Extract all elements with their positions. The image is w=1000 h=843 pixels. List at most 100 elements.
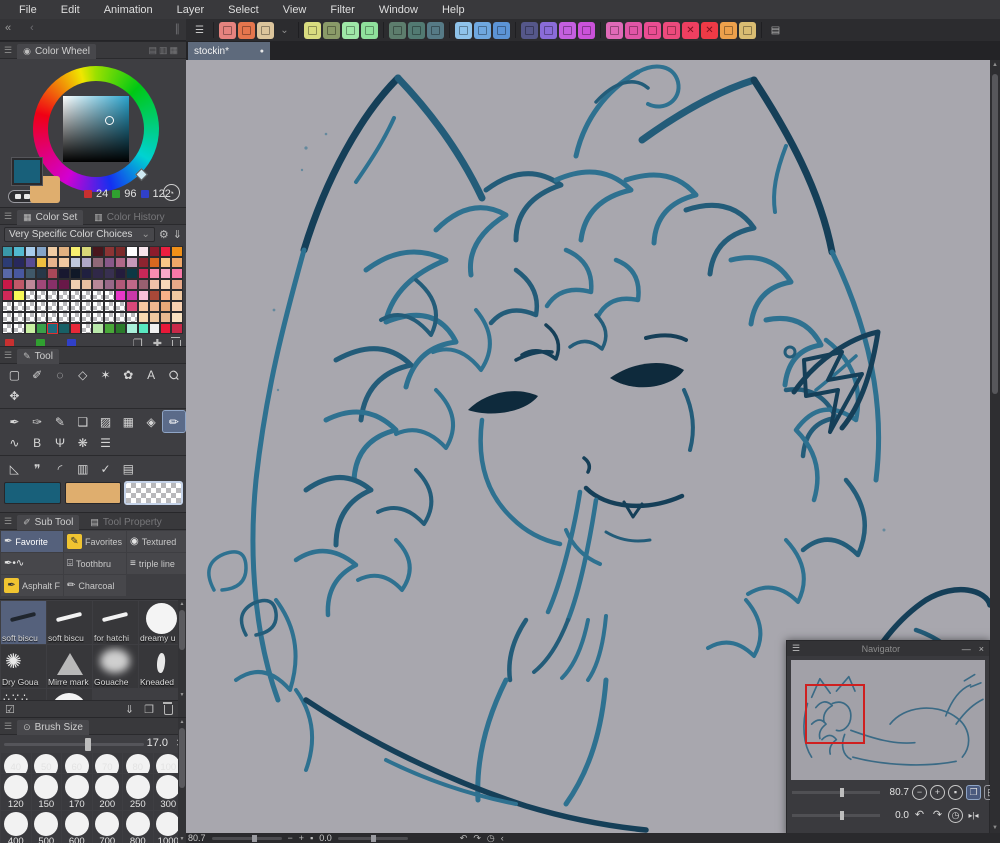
bold-brush-tool[interactable]: B [26, 432, 48, 453]
color-swatch[interactable] [13, 279, 25, 290]
brush-size-400[interactable]: 400 [1, 811, 31, 843]
color-swatch[interactable] [2, 257, 14, 268]
color-swatch[interactable] [35, 246, 48, 257]
color-swatch[interactable] [137, 312, 149, 323]
panel-menu-icon[interactable]: ☰ [4, 721, 12, 732]
color-swatch[interactable] [58, 290, 70, 301]
brush-size-200[interactable]: 200 [92, 774, 122, 810]
zoom-reset-icon[interactable]: ▪ [948, 785, 963, 800]
eyedropper-tool[interactable]: ✐ [26, 364, 48, 385]
color-swatch[interactable] [58, 301, 70, 312]
color-swatch[interactable] [103, 301, 115, 312]
color-swatch[interactable] [126, 323, 138, 334]
main-color-swatch[interactable] [4, 482, 61, 504]
move-tool[interactable]: ✥ [3, 385, 25, 406]
scroll-down-icon[interactable]: ▼ [178, 692, 186, 698]
text-tool[interactable]: A [140, 364, 162, 385]
new-canvas-icon[interactable] [219, 21, 236, 39]
menu-filter[interactable]: Filter [319, 2, 365, 18]
color-swatch[interactable] [58, 257, 70, 268]
menu-window[interactable]: Window [368, 2, 429, 18]
color-swatch[interactable] [160, 279, 172, 290]
color-set-select[interactable]: Very Specific Color Choices ⌄ [4, 227, 155, 242]
color-swatch[interactable] [13, 301, 25, 312]
save-file-icon[interactable] [257, 21, 274, 39]
brush-list-scrollbar[interactable]: ▲ ▼ [178, 600, 186, 717]
saturation-value-square[interactable] [63, 96, 129, 162]
color-swatch[interactable] [2, 290, 14, 301]
menu-file[interactable]: File [8, 2, 48, 18]
canvas-vertical-scrollbar[interactable]: ▲ ▼ [990, 60, 1000, 833]
color-swatch[interactable] [114, 279, 127, 290]
pencil-tool[interactable]: ✑ [26, 411, 48, 432]
brush-size-170[interactable]: 170 [62, 774, 92, 810]
panel-menu-icon[interactable]: ☰ [4, 211, 12, 222]
menu-view[interactable]: View [272, 2, 318, 18]
operation-tool[interactable]: ▢ [3, 364, 25, 385]
color-swatch[interactable] [81, 312, 93, 323]
sub-tool-group-favorites[interactable]: ✎ Favorites [64, 531, 126, 552]
color-swatch[interactable] [171, 257, 183, 268]
color-swatch[interactable] [81, 279, 93, 290]
brush-item[interactable]: soft biscu [1, 601, 46, 644]
deselect-icon[interactable] [455, 21, 472, 39]
expand-selection-icon[interactable] [493, 21, 510, 39]
rotate-ccw-icon[interactable]: ↶ [912, 808, 927, 823]
color-swatch[interactable] [126, 268, 138, 279]
selection-lasso-icon[interactable] [408, 21, 425, 39]
color-swatch[interactable] [137, 323, 149, 334]
red-swatch-chip[interactable] [5, 339, 14, 346]
navigator-thumbnail[interactable] [791, 660, 985, 780]
grass-brush-tool[interactable]: Ψ [49, 432, 71, 453]
tab-tool[interactable]: ✎ Tool [17, 348, 59, 364]
color-swatch[interactable] [114, 323, 127, 334]
vector-tool[interactable]: ✓ [95, 458, 117, 479]
mesh-transform-tool[interactable]: ▦ [117, 411, 139, 432]
menu-layer[interactable]: Layer [166, 2, 216, 18]
decoration-tool[interactable]: ✿ [117, 364, 139, 385]
color-swatch[interactable] [13, 246, 25, 257]
color-swatch[interactable] [92, 323, 104, 334]
color-swatch[interactable] [92, 246, 104, 257]
scroll-down-icon[interactable]: ▼ [178, 836, 186, 842]
rotate-ccw-icon[interactable] [625, 21, 642, 39]
color-swatch[interactable] [160, 312, 172, 323]
replace-color-icon[interactable]: ❐ [133, 337, 143, 346]
pen-tool[interactable]: ✒ [3, 411, 25, 432]
color-swatch[interactable] [137, 290, 149, 301]
balloon-tool[interactable]: ❞ [26, 458, 48, 479]
color-swatch[interactable] [47, 257, 59, 268]
open-file-icon[interactable] [238, 21, 255, 39]
color-swatch[interactable] [160, 257, 172, 268]
curve-ruler-tool[interactable]: ◜ [49, 458, 71, 479]
color-swatch[interactable] [69, 323, 82, 334]
color-swatch[interactable] [160, 268, 172, 279]
color-swatch[interactable] [137, 279, 149, 290]
figure-tool[interactable]: ◺ [3, 458, 25, 479]
lasso-tool[interactable]: ◇ [72, 364, 94, 385]
brush-item[interactable]: for hatchi [93, 601, 138, 644]
brush-item[interactable]: Mirre mark [47, 645, 92, 688]
color-swatch[interactable] [81, 301, 93, 312]
color-swatch[interactable] [69, 246, 82, 257]
color-swatch[interactable] [171, 323, 183, 334]
color-swatch[interactable] [35, 301, 48, 312]
navigator-view-rect[interactable] [805, 684, 865, 744]
color-swatch[interactable] [81, 246, 93, 257]
color-swatch[interactable] [148, 312, 161, 323]
scroll-down-icon[interactable]: ▼ [990, 825, 1000, 831]
color-swatch[interactable] [81, 257, 93, 268]
auto-select-tool[interactable]: ◌ [49, 364, 71, 385]
color-swatch[interactable] [171, 268, 183, 279]
color-swatch[interactable] [103, 246, 115, 257]
navigator-zoom-slider[interactable] [792, 788, 880, 797]
color-swatch[interactable] [148, 246, 161, 257]
sub-tool-group-asphalt-f[interactable]: ✒ Asphalt F [1, 575, 63, 596]
main-menu-icon[interactable]: ☰ [191, 22, 208, 39]
color-swatch[interactable] [114, 301, 127, 312]
color-swatch[interactable] [2, 323, 14, 334]
color-swatch[interactable] [126, 312, 138, 323]
color-swatch[interactable] [171, 279, 183, 290]
brush-size-50[interactable]: 50 [31, 753, 61, 773]
brush-size-40[interactable]: 40 [1, 753, 31, 773]
